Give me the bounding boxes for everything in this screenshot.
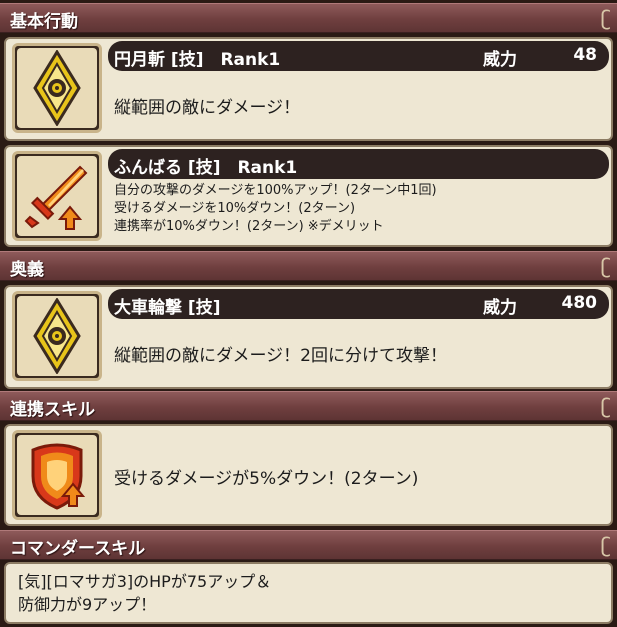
section-header-commander: コマンダースキル ʗ [0, 530, 617, 560]
curl-ornament-icon: ʗ [600, 394, 611, 418]
skill-name: ふんばる [技] Rank1 [114, 158, 298, 178]
skill-icon-frame [12, 43, 102, 133]
skill-description: 縦範囲の敵にダメージ！ [114, 98, 301, 118]
skill-name: 大車輪撃 [技] [114, 298, 221, 318]
description-line: 防御力が9アップ！ [18, 595, 157, 614]
power-value: 480 [561, 293, 598, 313]
skill-card-daisharingeki[interactable]: 大車輪撃 [技] 威力 480 縦範囲の敵にダメージ！2回に分けて攻撃！ [4, 285, 613, 389]
section-title: 基本行動 [10, 12, 78, 32]
power-label: 威力 [483, 50, 517, 70]
skill-card-renkei[interactable]: 受けるダメージが5%ダウン！(2ターン) [4, 424, 613, 526]
section-header-basic: 基本行動 ʗ [0, 3, 617, 33]
section-title: 連携スキル [10, 400, 95, 420]
curl-ornament-icon: ʗ [600, 533, 611, 557]
section-header-renkei: 連携スキル ʗ [0, 391, 617, 421]
description-line: 連携率が10%ダウン！(2ターン) ※デメリット [114, 219, 384, 234]
commander-description: [気][ロマサガ3]のHPが75アップ＆ 防御力が9アップ！ [18, 570, 271, 616]
skill-name-bar: ふんばる [技] Rank1 [108, 149, 609, 179]
skill-name-bar: 円月斬 [技] Rank1 威力 48 [108, 41, 609, 71]
skill-description: 受けるダメージが5%ダウン！(2ターン) [114, 469, 419, 489]
section-title: コマンダースキル [10, 539, 146, 559]
skill-icon-frame [12, 151, 102, 241]
power-value: 48 [573, 45, 597, 65]
description-line: 自分の攻撃のダメージを100%アップ！(2ターン中1回) [114, 183, 437, 198]
skill-description: 自分の攻撃のダメージを100%アップ！(2ターン中1回) 受けるダメージを10%… [114, 182, 437, 236]
power-label: 威力 [483, 298, 517, 318]
description-line: 受けるダメージを10%ダウン！(2ターン) [114, 201, 356, 216]
section-header-ougi: 奥義 ʗ [0, 251, 617, 281]
skill-icon-frame [12, 291, 102, 381]
shield-up-icon [31, 443, 86, 510]
section-title: 奥義 [10, 260, 44, 280]
skill-name-bar: 大車輪撃 [技] 威力 480 [108, 289, 609, 319]
vertical-eye-icon [33, 298, 81, 374]
sword-up-icon [24, 165, 88, 230]
commander-skill-card[interactable]: [気][ロマサガ3]のHPが75アップ＆ 防御力が9アップ！ [4, 562, 613, 624]
skill-icon-frame [12, 430, 102, 520]
description-line: [気][ロマサガ3]のHPが75アップ＆ [18, 572, 272, 591]
skill-card-engetsuzan[interactable]: 円月斬 [技] Rank1 威力 48 縦範囲の敵にダメージ！ [4, 37, 613, 141]
curl-ornament-icon: ʗ [600, 254, 611, 278]
curl-ornament-icon: ʗ [600, 6, 611, 30]
vertical-eye-icon [33, 50, 81, 126]
skill-name: 円月斬 [技] Rank1 [114, 50, 281, 70]
skill-card-funbaru[interactable]: ふんばる [技] Rank1 自分の攻撃のダメージを100%アップ！(2ターン中… [4, 145, 613, 247]
skill-description: 縦範囲の敵にダメージ！2回に分けて攻撃！ [114, 346, 447, 366]
